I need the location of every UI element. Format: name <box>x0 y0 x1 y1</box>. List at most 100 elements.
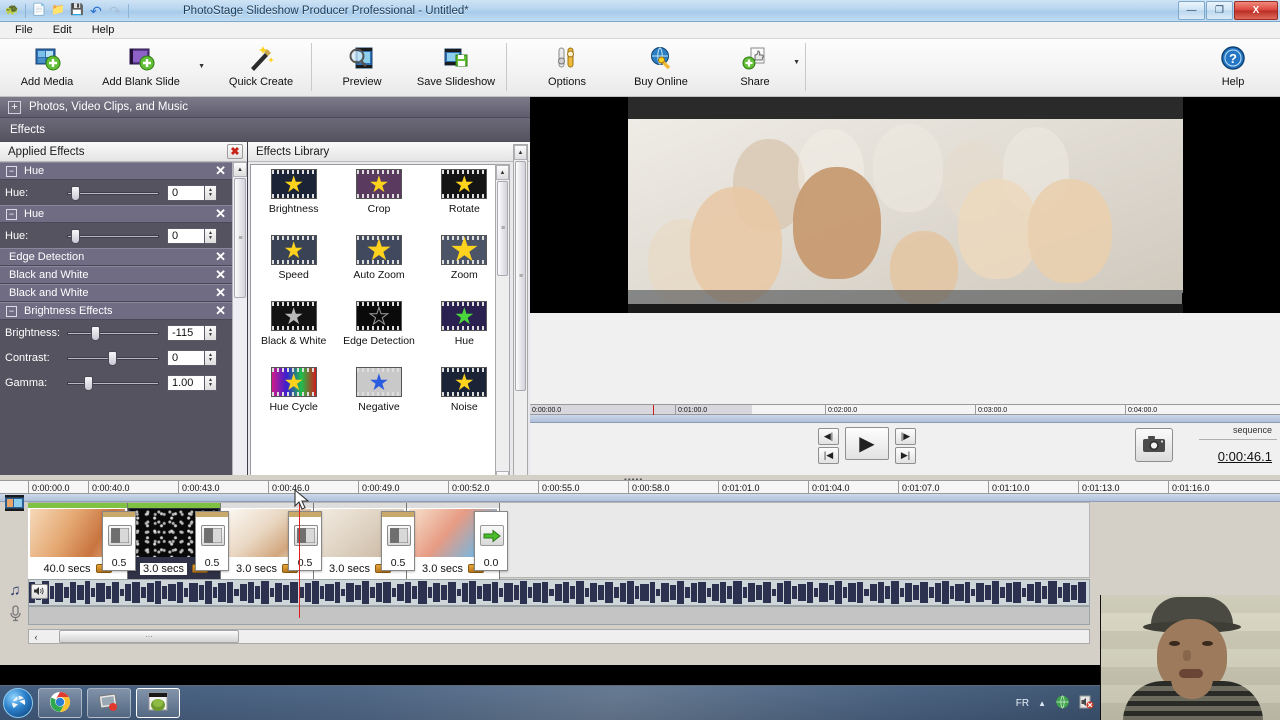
maximize-button[interactable]: ❐ <box>1206 0 1233 20</box>
applied-effects-scrollbar[interactable]: ▲ ≡ ▼ <box>232 162 247 514</box>
scroll-up-icon[interactable]: ▲ <box>233 162 247 177</box>
sequence-time[interactable]: 0:00:46.1 <box>1218 449 1272 464</box>
preview-button[interactable]: Preview <box>315 39 409 95</box>
library-item-crop[interactable]: ★ Crop <box>336 169 421 235</box>
save-slideshow-button[interactable]: Save Slideshow <box>409 39 503 95</box>
collapse-icon-hue-2[interactable]: − <box>6 208 17 220</box>
library-item-hue-cycle[interactable]: ★ Hue Cycle <box>251 367 336 433</box>
param-value-brightness[interactable]: -115 <box>167 324 205 341</box>
collapse-icon-hue-1[interactable]: − <box>6 165 17 177</box>
effect-header-brightness-effects[interactable]: − Brightness Effects ✕ <box>0 302 232 320</box>
photos-taskbar-button[interactable] <box>87 688 131 718</box>
scrollbar-gutter[interactable] <box>496 277 509 471</box>
add-media-button[interactable]: Add Media <box>0 39 94 95</box>
timeline-transition-2[interactable]: 0.5 <box>195 511 229 571</box>
slider-thumb[interactable] <box>108 350 118 366</box>
menu-edit[interactable]: Edit <box>44 23 81 37</box>
scrollbar-thumb[interactable]: ≡ <box>234 178 246 298</box>
spin-down-icon[interactable]: ▼ <box>208 382 213 388</box>
spin-down-icon[interactable]: ▼ <box>208 235 213 241</box>
scrollbar-thumb[interactable]: ≡ <box>497 181 508 276</box>
param-spinner-brightness[interactable]: ▲ ▼ <box>205 324 217 341</box>
add-blank-slide-dropdown[interactable]: ▼ <box>188 39 214 95</box>
scroll-up-icon[interactable]: ▲ <box>496 165 509 180</box>
music-track[interactable] <box>28 579 1090 606</box>
video-preview[interactable] <box>530 97 1280 313</box>
remove-effect-black-and-white-1[interactable]: ✕ <box>215 267 226 283</box>
scroll-left-icon[interactable]: ‹ <box>29 632 43 642</box>
photostage-taskbar-button[interactable] <box>136 688 180 718</box>
param-spinner-hue-2[interactable]: ▲ ▼ <box>205 227 217 244</box>
slider-thumb[interactable] <box>70 185 80 201</box>
help-button[interactable]: ? Help <box>1186 39 1280 95</box>
options-button[interactable]: Options <box>520 39 614 95</box>
section-effects[interactable]: Effects <box>0 118 530 142</box>
play-button[interactable]: ▶ <box>845 427 889 460</box>
effect-header-edge-detection[interactable]: Edge Detection ✕ <box>0 248 232 266</box>
param-slider-hue-1[interactable] <box>67 185 159 201</box>
param-slider-gamma[interactable] <box>67 375 159 391</box>
effects-panel-outer-scrollbar[interactable]: ▲ ≡ ▼ <box>513 144 528 509</box>
network-icon[interactable] <box>1055 695 1070 712</box>
preview-timeline-ruler[interactable]: 0:00:00.0 0:01:00.0 0:02:00.0 0:03:00.0 … <box>530 404 1280 416</box>
new-file-icon[interactable]: 📄 <box>31 3 47 19</box>
library-item-brightness[interactable]: ★ Brightness <box>251 169 336 235</box>
spin-down-icon[interactable]: ▼ <box>208 332 213 338</box>
effects-library-scrollbar[interactable]: ▲ ≡ ▼ <box>495 164 510 487</box>
buy-online-button[interactable]: Buy Online <box>614 39 708 95</box>
step-back-button[interactable]: ◀| <box>818 428 839 445</box>
library-item-black-white[interactable]: ★ Black & White <box>251 301 336 367</box>
param-value-hue-1[interactable]: 0 <box>167 184 205 201</box>
remove-effect-brightness-effects[interactable]: ✕ <box>215 303 226 319</box>
param-slider-contrast[interactable] <box>67 350 159 366</box>
remove-effect-hue-2[interactable]: ✕ <box>215 206 226 222</box>
param-slider-hue-2[interactable] <box>67 228 159 244</box>
library-item-speed[interactable]: ★ Speed <box>251 235 336 301</box>
spin-down-icon[interactable]: ▼ <box>208 357 213 363</box>
start-button[interactable] <box>3 688 33 718</box>
menu-file[interactable]: File <box>6 23 42 37</box>
scroll-up-icon[interactable]: ▲ <box>514 145 527 160</box>
clear-all-effects-button[interactable]: ✖ <box>227 144 243 159</box>
close-button[interactable]: X <box>1234 0 1278 20</box>
param-value-hue-2[interactable]: 0 <box>167 227 205 244</box>
quick-create-button[interactable]: Quick Create <box>214 39 308 95</box>
language-indicator[interactable]: FR <box>1016 698 1029 709</box>
go-to-start-button[interactable]: |◀ <box>818 447 839 464</box>
timeline-transition-3[interactable]: 0.5 <box>288 511 322 571</box>
preview-scrub-band[interactable] <box>530 415 1280 423</box>
step-forward-button[interactable]: |▶ <box>895 428 916 445</box>
volume-muted-icon[interactable] <box>1079 695 1094 712</box>
save-icon[interactable]: 💾 <box>69 3 85 19</box>
param-spinner-contrast[interactable]: ▲ ▼ <box>205 349 217 366</box>
show-hidden-icons-arrow[interactable]: ▲ <box>1038 699 1046 708</box>
timeline-ruler[interactable]: 0:00:00.0 0:00:40.0 0:00:43.0 0:00:46.0 … <box>0 480 1280 495</box>
param-value-contrast[interactable]: 0 <box>167 349 205 366</box>
remove-effect-edge-detection[interactable]: ✕ <box>215 249 226 265</box>
effect-header-black-and-white-2[interactable]: Black and White ✕ <box>0 284 232 302</box>
undo-icon[interactable]: ↶ <box>88 3 104 19</box>
scrollbar-gutter[interactable] <box>233 299 247 499</box>
timeline-scrub-band[interactable] <box>0 494 1280 502</box>
timeline-transition-4[interactable]: 0.5 <box>381 511 415 571</box>
spin-down-icon[interactable]: ▼ <box>208 192 213 198</box>
param-spinner-gamma[interactable]: ▲ ▼ <box>205 374 217 391</box>
add-blank-slide-button[interactable]: Add Blank Slide <box>94 39 188 95</box>
library-item-auto-zoom[interactable]: ★ Auto Zoom <box>336 235 421 301</box>
video-track[interactable]: 40.0 secs 3.0 secs 3.0 secs 3.0 secs 3.0… <box>28 502 1090 579</box>
slider-thumb[interactable] <box>83 375 93 391</box>
timeline-horizontal-scrollbar[interactable]: ‹ ⋯ <box>28 629 1090 644</box>
library-item-edge-detection[interactable]: ★ Edge Detection <box>336 301 421 367</box>
remove-effect-hue-1[interactable]: ✕ <box>215 163 226 179</box>
open-folder-icon[interactable]: 📁 <box>50 3 66 19</box>
param-value-gamma[interactable]: 1.00 <box>167 374 205 391</box>
param-spinner-hue-1[interactable]: ▲ ▼ <box>205 184 217 201</box>
param-slider-brightness[interactable] <box>67 325 159 341</box>
remove-effect-black-and-white-2[interactable]: ✕ <box>215 285 226 301</box>
narration-track[interactable] <box>28 606 1090 625</box>
go-to-end-button[interactable]: ▶| <box>895 447 916 464</box>
effect-header-hue-1[interactable]: − Hue ✕ <box>0 162 232 180</box>
timeline-transition-5[interactable]: 0.0 <box>474 511 508 571</box>
share-button[interactable]: Share ▼ <box>708 39 802 95</box>
collapse-icon-brightness[interactable]: − <box>6 305 17 317</box>
